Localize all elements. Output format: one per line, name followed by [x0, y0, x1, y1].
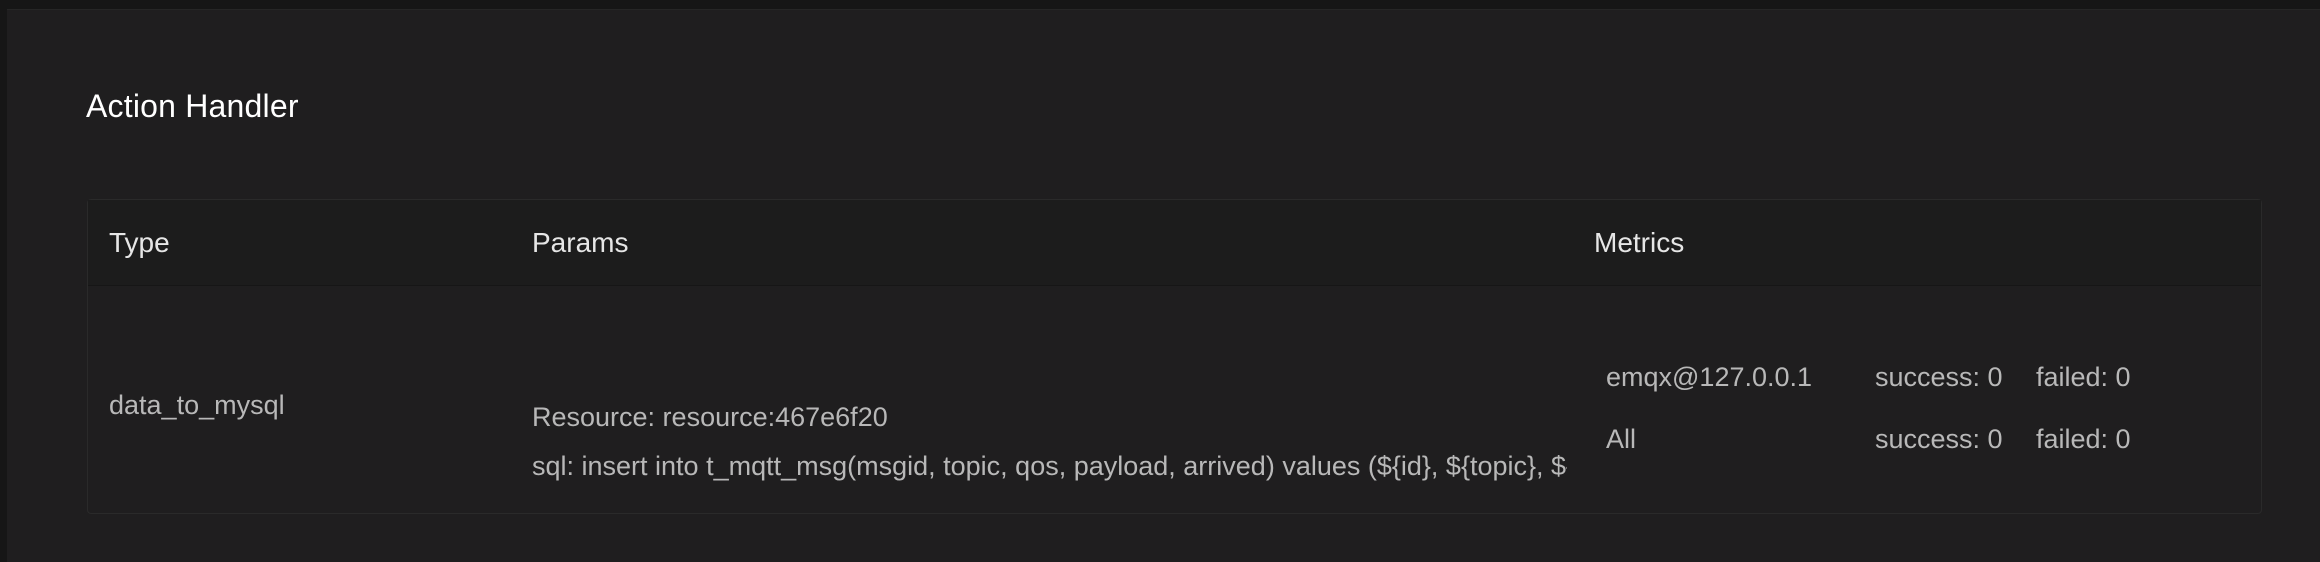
column-header-metrics: Metrics [1594, 227, 1685, 258]
metrics-total-success: success: 0 [1875, 424, 2003, 454]
metrics-success-count: success: 0 [1875, 362, 2003, 392]
params-sql: sql: insert into t_mqtt_msg(msgid, topic… [532, 451, 1567, 481]
metrics-failed-count: failed: 0 [2036, 362, 2131, 392]
metrics-total-failed: failed: 0 [2036, 424, 2131, 454]
table-header: Type Params Metrics [88, 200, 2261, 286]
metrics-node-name: emqx@127.0.0.1 [1606, 362, 1813, 392]
params-cell: Resource: resource:467e6f20 sql: insert … [532, 400, 1567, 490]
metrics-node-all: All [1606, 424, 1637, 454]
action-handler-card: Action Handler Type Params Metrics data_… [7, 9, 2320, 562]
action-handler-table: Type Params Metrics data_to_mysql Resour… [87, 199, 2262, 514]
params-resource: Resource: resource:467e6f20 [532, 402, 888, 432]
section-title: Action Handler [86, 88, 299, 124]
column-header-params: Params [532, 227, 629, 258]
action-type: data_to_mysql [109, 390, 285, 420]
column-header-type: Type [109, 227, 170, 258]
